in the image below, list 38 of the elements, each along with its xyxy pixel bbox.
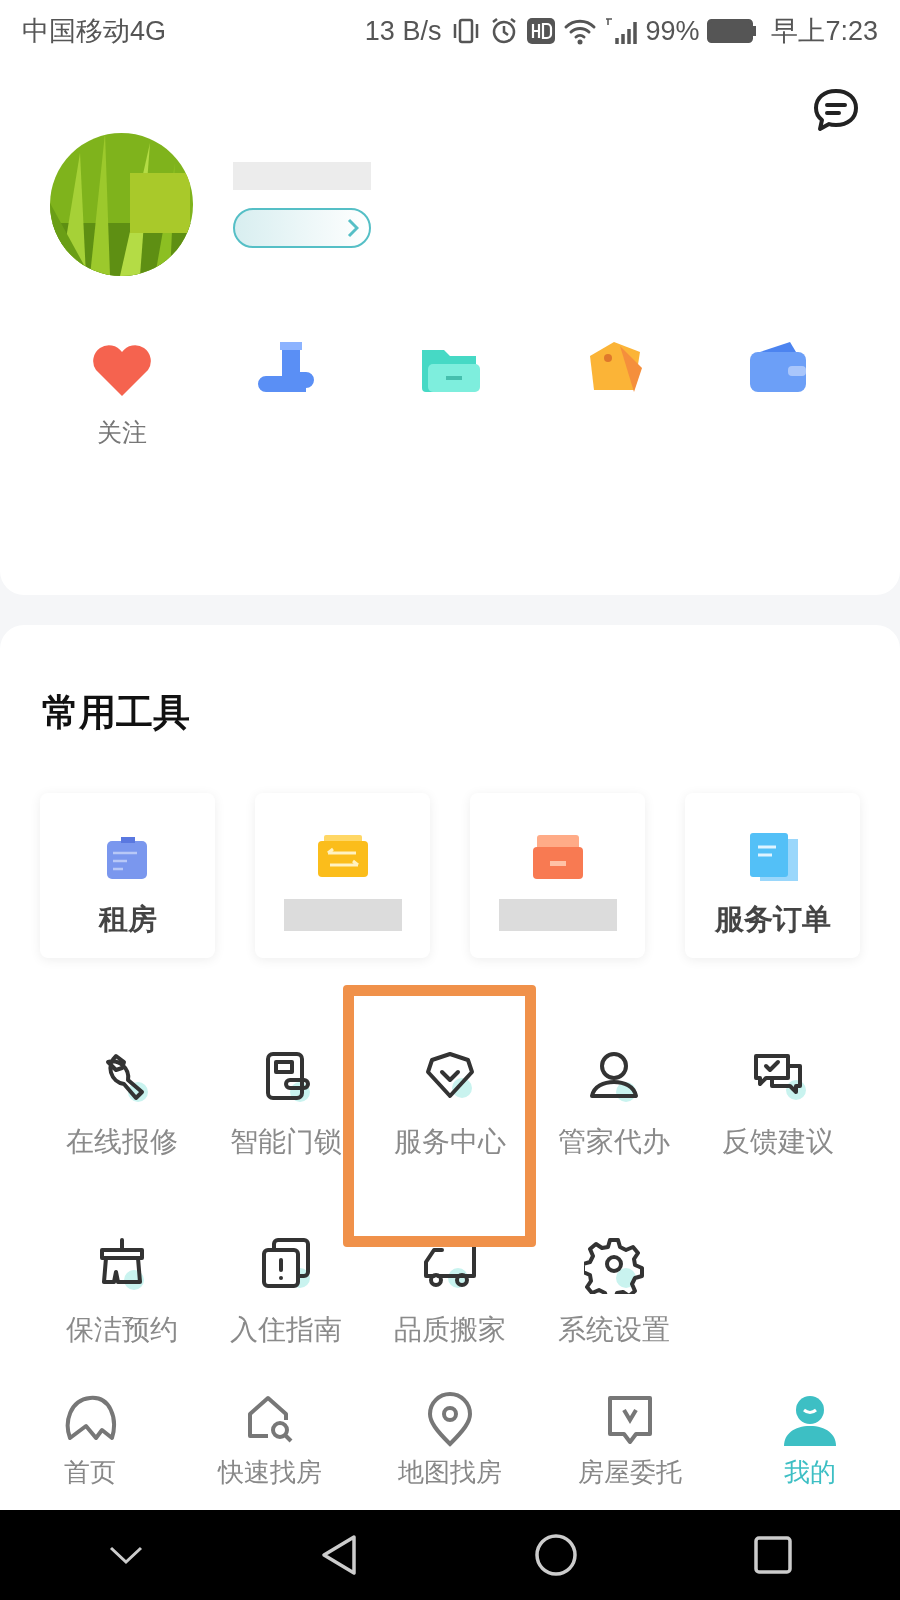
message-button[interactable] [812,88,860,134]
tool-tile[interactable]: 服务订单 [685,793,860,958]
tab-button[interactable]: 快速找房 [180,1392,360,1510]
tool-tile[interactable]: 租房 [40,793,215,958]
hd-icon [527,18,556,44]
tool-button[interactable]: 品质搬家 [368,1234,532,1350]
tool-tile[interactable] [255,793,430,958]
battery-percent: 99% [645,14,700,48]
signal-icon [605,16,640,46]
network-speed: 13 B/s [364,14,442,48]
tool-tile[interactable] [470,793,645,958]
tool-button[interactable]: 反馈建议 [696,1046,860,1162]
tab-button[interactable]: 房屋委托 [540,1392,720,1510]
tab-button[interactable]: 我的 [720,1392,900,1510]
tool-button[interactable]: 系统设置 [532,1234,696,1350]
tab-button[interactable]: 首页 [0,1392,180,1510]
tool-button[interactable]: 智能门锁 [204,1046,368,1162]
collapse-button[interactable] [108,1545,144,1565]
chevron-down-icon [108,1545,144,1565]
recents-button[interactable] [754,1536,792,1574]
battery-icon [707,19,758,43]
tool-button[interactable]: 保洁预约 [40,1234,204,1350]
back-icon [320,1533,358,1577]
back-button[interactable] [320,1533,358,1577]
section-title: 常用工具 [41,691,191,735]
quick-link-label: 关注 [97,417,147,448]
carrier-name: 中国移动4G [22,14,167,48]
tool-button[interactable]: 在线报修 [40,1046,204,1162]
message-icon [812,88,860,134]
tool-button[interactable]: 入住指南 [204,1234,368,1350]
tool-button[interactable]: 管家代办 [532,1046,696,1162]
tab-button[interactable]: 地图找房 [360,1392,540,1510]
clock-time: 早上7:23 [771,14,878,48]
home-button[interactable] [534,1533,578,1577]
square-icon [754,1536,792,1574]
tool-button[interactable]: 服务中心 [368,1046,532,1162]
chevron-right-icon [347,217,359,238]
circle-icon [534,1533,578,1577]
